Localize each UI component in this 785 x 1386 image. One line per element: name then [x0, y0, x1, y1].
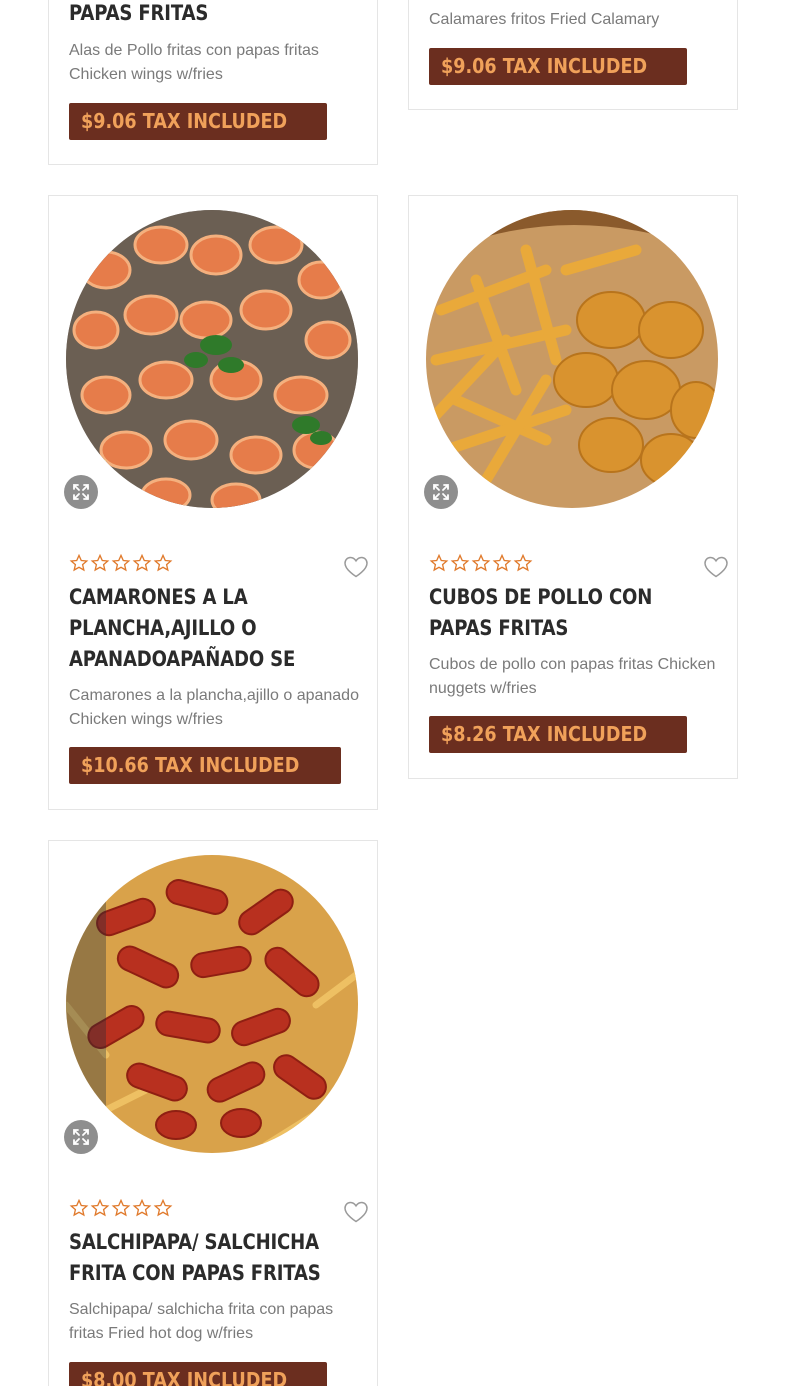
- price-badge[interactable]: $8.00 TAX INCLUDED: [69, 1362, 328, 1386]
- product-card: PAPAS FRITAS Alas de Pollo fritas con pa…: [48, 0, 378, 165]
- expand-image-button[interactable]: [64, 475, 98, 509]
- rating-stars[interactable]: [69, 554, 173, 572]
- product-image[interactable]: [426, 210, 718, 508]
- product-image[interactable]: [66, 210, 358, 508]
- product-description: Alas de Pollo fritas con papas fritas Ch…: [69, 42, 319, 83]
- heart-icon[interactable]: [703, 555, 729, 579]
- rating-stars[interactable]: [429, 554, 533, 572]
- star-outline-icon[interactable]: [450, 554, 470, 572]
- star-outline-icon[interactable]: [492, 554, 512, 572]
- price-badge[interactable]: $9.06 TAX INCLUDED: [69, 103, 328, 140]
- star-outline-icon[interactable]: [132, 554, 152, 572]
- star-outline-icon[interactable]: [471, 554, 491, 572]
- star-outline-icon[interactable]: [69, 1199, 89, 1217]
- star-outline-icon[interactable]: [153, 1199, 173, 1217]
- product-title[interactable]: PAPAS FRITAS: [69, 0, 353, 29]
- star-outline-icon[interactable]: [111, 1199, 131, 1217]
- star-outline-icon[interactable]: [513, 554, 533, 572]
- price-badge[interactable]: $9.06 TAX INCLUDED: [429, 48, 688, 85]
- price-badge[interactable]: $10.66 TAX INCLUDED: [69, 747, 342, 784]
- star-outline-icon[interactable]: [429, 554, 449, 572]
- star-outline-icon[interactable]: [90, 554, 110, 572]
- star-outline-icon[interactable]: [90, 1199, 110, 1217]
- product-card: SALCHIPAPA/ SALCHICHA FRITA CON PAPAS FR…: [48, 840, 378, 1386]
- star-outline-icon[interactable]: [111, 554, 131, 572]
- price-label: $10.66 TAX INCLUDED: [81, 753, 300, 777]
- rating-stars[interactable]: [69, 1199, 173, 1217]
- product-description: Cubos de pollo con papas fritas Chicken …: [429, 656, 716, 697]
- price-badge[interactable]: $8.26 TAX INCLUDED: [429, 716, 688, 753]
- product-description: Calamares fritos Fried Calamary: [429, 11, 660, 28]
- product-title[interactable]: SALCHIPAPA/ SALCHICHA FRITA CON PAPAS FR…: [69, 1227, 353, 1289]
- expand-icon: [73, 484, 89, 500]
- expand-image-button[interactable]: [64, 1120, 98, 1154]
- product-grid: PAPAS FRITAS Alas de Pollo fritas con pa…: [0, 0, 785, 1386]
- product-description: Camarones a la plancha,ajillo o apanado …: [69, 687, 359, 728]
- product-card: CAMARONES A LA PLANCHA,AJILLO O APANADOA…: [48, 195, 378, 810]
- product-card: Calamares fritos Fried Calamary $9.06 TA…: [408, 0, 738, 110]
- expand-image-button[interactable]: [424, 475, 458, 509]
- expand-icon: [433, 484, 449, 500]
- heart-icon[interactable]: [343, 555, 369, 579]
- star-outline-icon[interactable]: [69, 554, 89, 572]
- product-image[interactable]: [66, 855, 358, 1153]
- price-label: $8.26 TAX INCLUDED: [441, 722, 648, 746]
- product-card: CUBOS DE POLLO CON PAPAS FRITAS Cubos de…: [408, 195, 738, 779]
- product-title[interactable]: CAMARONES A LA PLANCHA,AJILLO O APANADOA…: [69, 582, 353, 675]
- price-label: $9.06 TAX INCLUDED: [441, 54, 648, 78]
- expand-icon: [73, 1129, 89, 1145]
- price-label: $9.06 TAX INCLUDED: [81, 109, 288, 133]
- star-outline-icon[interactable]: [153, 554, 173, 572]
- heart-icon[interactable]: [343, 1200, 369, 1224]
- product-title[interactable]: CUBOS DE POLLO CON PAPAS FRITAS: [429, 582, 713, 644]
- price-label: $8.00 TAX INCLUDED: [81, 1368, 288, 1386]
- star-outline-icon[interactable]: [132, 1199, 152, 1217]
- product-description: Salchipapa/ salchicha frita con papas fr…: [69, 1301, 334, 1342]
